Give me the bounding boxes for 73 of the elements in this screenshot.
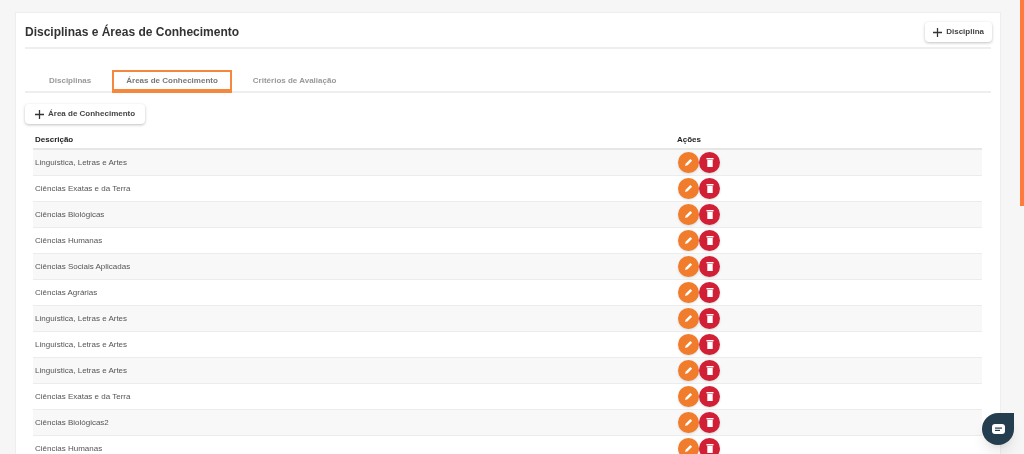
trash-icon	[705, 184, 714, 193]
column-header: Descrição	[34, 134, 75, 146]
edit-button[interactable]	[678, 386, 699, 407]
delete-button[interactable]	[699, 178, 720, 199]
table-cell-text: Ciências Sociais Aplicadas	[34, 260, 132, 273]
edit-button[interactable]	[678, 256, 699, 277]
trash-icon	[705, 158, 714, 167]
pencil-icon	[684, 210, 693, 219]
table-cell-text: Ciências Exatas e da Terra	[34, 390, 132, 403]
trash-icon	[705, 340, 714, 349]
pencil-icon	[684, 366, 693, 375]
delete-button[interactable]	[699, 230, 720, 251]
table-cell-text: Linguística, Letras e Artes	[34, 156, 129, 169]
trash-icon	[705, 366, 714, 375]
delete-button[interactable]	[699, 360, 720, 381]
table-cell-text: Ciências Biológicas2	[34, 416, 110, 429]
delete-button[interactable]	[699, 204, 720, 225]
edit-button[interactable]	[678, 360, 699, 381]
column-header: Ações	[677, 134, 701, 146]
page-title: Disciplinas e Áreas de Conhecimento	[25, 23, 240, 41]
plus-icon	[35, 109, 44, 119]
tab[interactable]: Áreas de Conhecimento	[112, 70, 232, 91]
add-discipline-button[interactable]: Disciplina	[925, 22, 992, 42]
table-cell-text: Ciências Exatas e da Terra	[34, 182, 132, 195]
delete-button[interactable]	[699, 152, 720, 173]
table-cell-text: Linguística, Letras e Artes	[34, 364, 129, 377]
pencil-icon	[684, 236, 693, 245]
trash-icon	[705, 392, 714, 401]
delete-button[interactable]	[699, 334, 720, 355]
tab[interactable]: Disciplinas	[37, 70, 104, 91]
add-area-button[interactable]: Área de Conhecimento	[25, 104, 146, 124]
trash-icon	[705, 288, 714, 297]
delete-button[interactable]	[699, 282, 720, 303]
plus-icon	[933, 27, 943, 37]
trash-icon	[705, 444, 714, 453]
table-cell-text: Ciências Humanas	[34, 442, 104, 454]
delete-button[interactable]	[699, 308, 720, 329]
chat-button[interactable]	[982, 413, 1014, 445]
delete-button[interactable]	[699, 386, 720, 407]
pencil-icon	[684, 288, 693, 297]
edit-button[interactable]	[678, 282, 699, 303]
table-cell-text: Ciências Biológicas	[34, 208, 106, 221]
edit-button[interactable]	[678, 308, 699, 329]
pencil-icon	[684, 340, 693, 349]
trash-icon	[705, 418, 714, 427]
trash-icon	[705, 210, 714, 219]
table-cell-text: Linguística, Letras e Artes	[34, 338, 129, 351]
table-cell-text: Linguística, Letras e Artes	[34, 312, 129, 325]
table-cell-text: Ciências Humanas	[34, 234, 104, 247]
edit-button[interactable]	[678, 178, 699, 199]
delete-button[interactable]	[699, 438, 720, 454]
pencil-icon	[684, 314, 693, 323]
trash-icon	[705, 314, 714, 323]
table-cell-text: Ciências Agrárias	[34, 286, 99, 299]
edit-button[interactable]	[678, 230, 699, 251]
tab[interactable]: Critérios de Avaliação	[240, 70, 349, 91]
edit-button[interactable]	[678, 412, 699, 433]
edit-button[interactable]	[678, 152, 699, 173]
delete-button[interactable]	[699, 412, 720, 433]
chat-icon	[991, 424, 1005, 434]
pencil-icon	[684, 184, 693, 193]
pencil-icon	[684, 392, 693, 401]
edit-button[interactable]	[678, 204, 699, 225]
pencil-icon	[684, 262, 693, 271]
pencil-icon	[684, 158, 693, 167]
pencil-icon	[684, 444, 693, 453]
pencil-icon	[684, 418, 693, 427]
trash-icon	[705, 236, 714, 245]
trash-icon	[705, 262, 714, 271]
delete-button[interactable]	[699, 256, 720, 277]
edit-button[interactable]	[678, 438, 699, 454]
edit-button[interactable]	[678, 334, 699, 355]
scrollbar[interactable]	[1020, 0, 1024, 206]
